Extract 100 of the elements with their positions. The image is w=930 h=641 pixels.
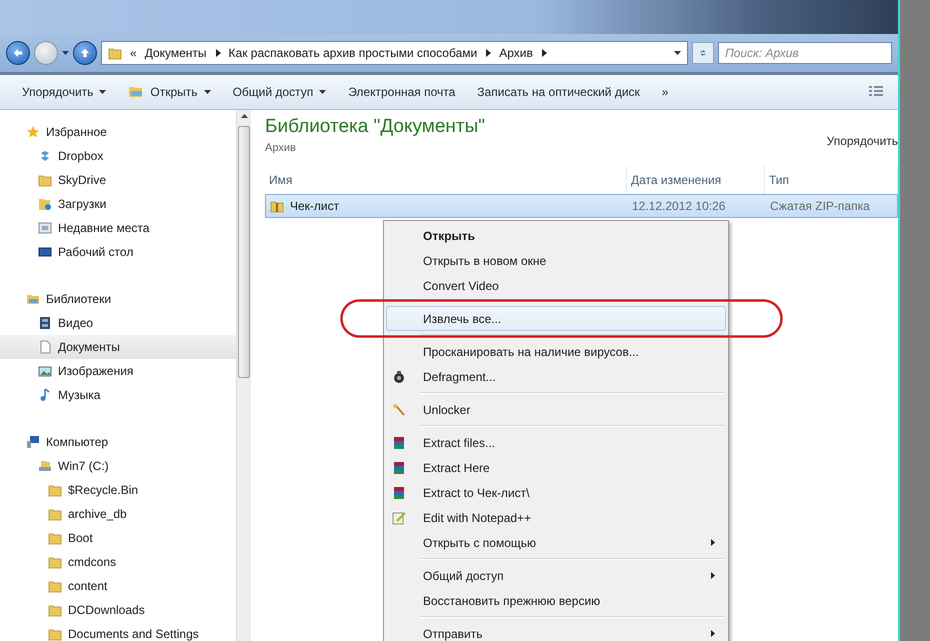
magic-wand-icon xyxy=(391,402,407,416)
menu-item[interactable]: Отправить xyxy=(386,621,726,641)
address-bar[interactable]: « Документы Как распаковать архив простыми способами Архив xyxy=(101,41,688,65)
sidebar-item[interactable]: Documents and Settings xyxy=(0,622,236,641)
folder-icon xyxy=(38,173,52,187)
menu-item[interactable]: Edit with Notepad++ xyxy=(386,505,726,530)
sidebar-item[interactable]: Документы xyxy=(0,335,236,359)
notepad-icon xyxy=(391,510,407,524)
sidebar-item[interactable]: DCDownloads xyxy=(0,598,236,622)
folder-icon xyxy=(48,555,62,569)
arrow-up-icon xyxy=(80,47,90,59)
scroll-up-arrow-icon[interactable] xyxy=(240,114,248,118)
computer-icon xyxy=(26,435,40,449)
music-note-icon xyxy=(38,388,52,402)
menu-item[interactable]: Convert Video xyxy=(386,273,726,298)
menu-item[interactable]: Extract Here xyxy=(386,455,726,480)
refresh-icon xyxy=(699,47,708,59)
caret-icon xyxy=(204,90,211,94)
breadcrumb[interactable]: Документы xyxy=(144,46,207,60)
sidebar-item[interactable]: cmdcons xyxy=(0,550,236,574)
folder-icon xyxy=(48,531,62,545)
sidebar-header[interactable]: Библиотеки xyxy=(0,287,236,311)
download-folder-icon xyxy=(38,197,52,211)
menu-item[interactable]: Извлечь все... xyxy=(386,306,726,331)
view-options-icon[interactable] xyxy=(868,85,884,99)
menu-item[interactable]: Общий доступ xyxy=(386,563,726,588)
stacked-books-icon xyxy=(391,436,407,450)
sidebar-item[interactable]: Видео xyxy=(0,311,236,335)
scrollbar[interactable] xyxy=(236,110,251,641)
up-button[interactable] xyxy=(73,41,97,65)
menu-item[interactable]: Восстановить прежнюю версию xyxy=(386,588,726,613)
menu-item[interactable]: Просканировать на наличие вирусов... xyxy=(386,339,726,364)
open-folder-icon xyxy=(128,85,144,99)
file-row[interactable]: Чек-лист 12.12.2012 10:26 Сжатая ZIP-папка xyxy=(265,194,898,218)
caret-icon xyxy=(674,51,682,55)
stacked-books-icon xyxy=(391,486,407,500)
caret-icon xyxy=(99,90,106,94)
folder-icon xyxy=(48,507,62,521)
sidebar-item[interactable]: Dropbox xyxy=(0,144,236,168)
sidebar-item[interactable]: content xyxy=(0,574,236,598)
recent-places-icon xyxy=(38,221,52,235)
menu-item[interactable]: Extract files... xyxy=(386,430,726,455)
file-name: Чек-лист xyxy=(290,199,340,213)
library-subtitle: Архив xyxy=(265,142,297,154)
breadcrumb[interactable]: Как распаковать архив простыми способами xyxy=(228,46,478,60)
toolbar-button[interactable]: Упорядочить xyxy=(14,81,114,103)
desktop-icon xyxy=(38,245,52,259)
toolbar-button[interactable]: » xyxy=(654,81,676,103)
toolbar-button[interactable]: Записать на оптический диск xyxy=(469,81,648,103)
folder-icon xyxy=(48,627,62,641)
breadcrumb-overflow[interactable]: « xyxy=(130,46,137,60)
caret-icon xyxy=(319,90,326,94)
stacked-books-icon xyxy=(391,460,407,474)
sidebar-header[interactable]: Избранное xyxy=(0,120,236,144)
sidebar-item[interactable]: $Recycle.Bin xyxy=(0,478,236,502)
dropdown-caret-icon[interactable] xyxy=(62,51,69,55)
sidebar-item[interactable]: Win7 (C:) xyxy=(0,454,236,478)
arrange-by-link[interactable]: Упорядочить xyxy=(826,134,898,148)
submenu-arrow-icon xyxy=(711,539,715,546)
toolbar-button[interactable]: Общий доступ xyxy=(224,81,334,103)
folder-icon xyxy=(48,603,62,617)
back-button[interactable] xyxy=(6,41,30,65)
breadcrumb-arrow-icon[interactable] xyxy=(540,49,547,57)
sidebar-item[interactable]: archive_db xyxy=(0,502,236,526)
sidebar-item[interactable]: Музыка xyxy=(0,383,236,407)
toolbar-button[interactable]: Открыть xyxy=(120,81,219,103)
zip-folder-icon xyxy=(270,199,284,213)
menu-item[interactable]: Defragment... xyxy=(386,364,726,389)
sidebar-item[interactable]: Недавние места xyxy=(0,216,236,240)
menu-item[interactable]: Unlocker xyxy=(386,397,726,422)
sidebar-item[interactable]: Загрузки xyxy=(0,192,236,216)
toolbar-button[interactable]: Электронная почта xyxy=(340,81,464,103)
menu-item[interactable]: Открыть в новом окне xyxy=(386,248,726,273)
submenu-arrow-icon xyxy=(711,572,715,579)
sidebar-item[interactable]: Boot xyxy=(0,526,236,550)
library-title: Библиотека "Документы" xyxy=(265,116,486,138)
sidebar-item[interactable]: SkyDrive xyxy=(0,168,236,192)
menu-item[interactable]: Открыть с помощью xyxy=(386,530,726,555)
image-icon xyxy=(38,364,52,378)
document-icon xyxy=(38,340,52,354)
cog-icon xyxy=(391,370,407,384)
drive-icon xyxy=(38,459,52,473)
libraries-icon xyxy=(26,292,40,306)
film-icon xyxy=(38,316,52,330)
folder-icon xyxy=(108,46,122,60)
breadcrumb[interactable]: Архив xyxy=(499,46,533,60)
file-type: Сжатая ZIP-папка xyxy=(770,199,870,213)
folder-icon xyxy=(48,579,62,593)
file-date: 12.12.2012 10:26 xyxy=(632,199,726,213)
sidebar-header[interactable]: Компьютер xyxy=(0,430,236,454)
sidebar-item[interactable]: Рабочий стол xyxy=(0,240,236,264)
menu-item[interactable]: Открыть xyxy=(386,223,726,248)
arrow-left-icon xyxy=(13,47,23,59)
sidebar-item[interactable]: Изображения xyxy=(0,359,236,383)
search-field[interactable]: Поиск: Архив xyxy=(718,42,892,64)
menu-item[interactable]: Extract to Чек-лист\ xyxy=(386,480,726,505)
folder-icon xyxy=(48,483,62,497)
breadcrumb-arrow-icon[interactable] xyxy=(214,49,221,57)
star-icon xyxy=(26,125,40,139)
breadcrumb-arrow-icon[interactable] xyxy=(485,49,492,57)
